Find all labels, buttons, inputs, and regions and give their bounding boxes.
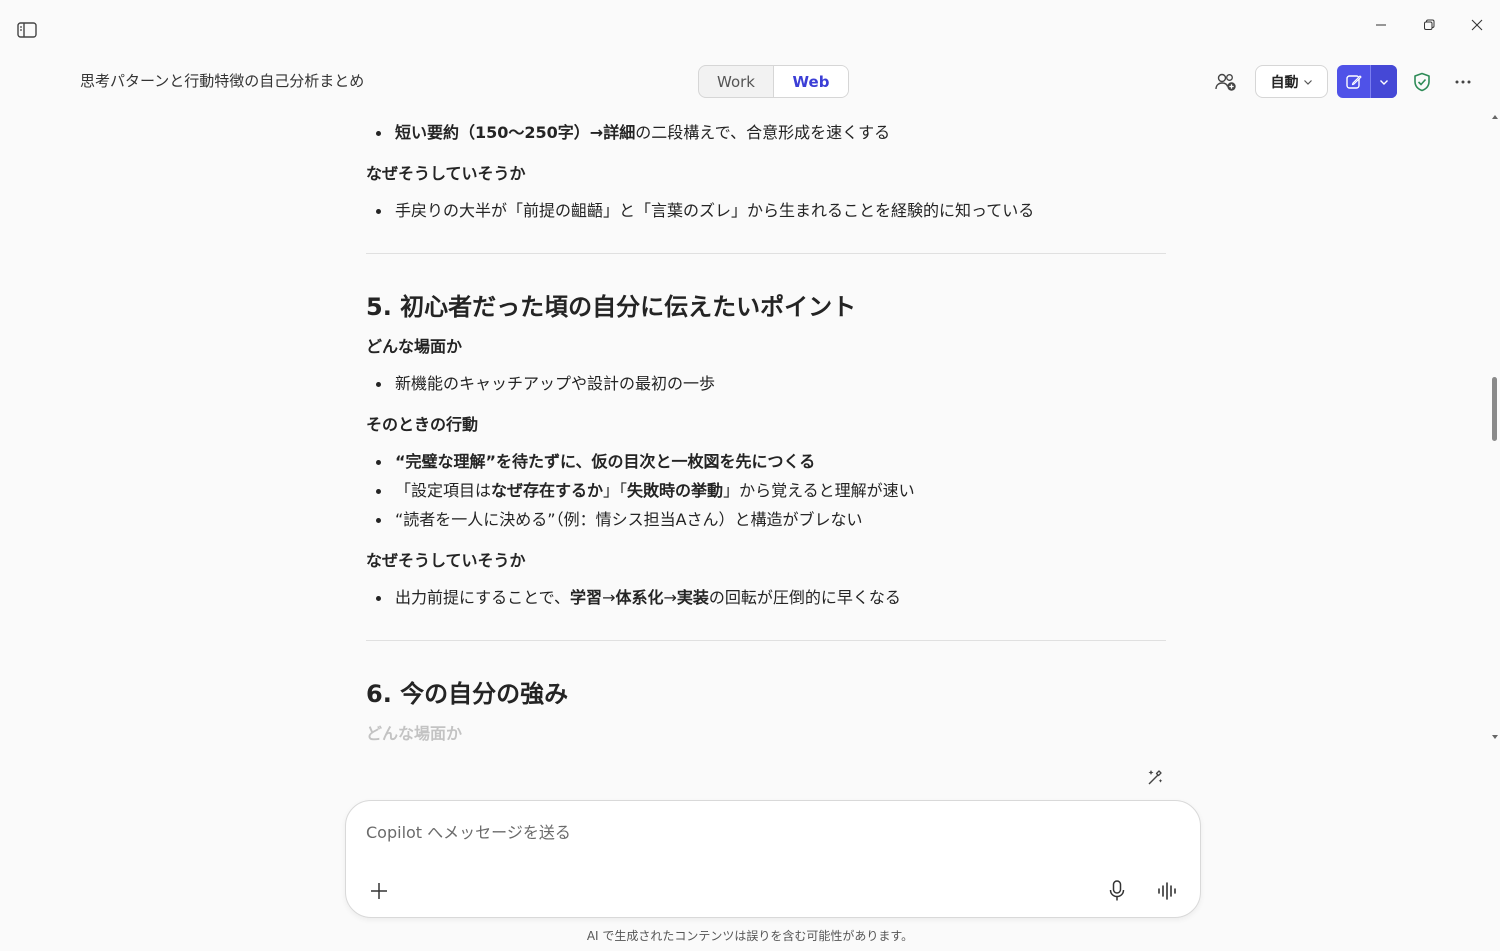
divider (366, 640, 1166, 641)
rewrite-sparkle-icon[interactable] (1142, 764, 1168, 790)
copilot-window: 思考パターンと行動特徴の自己分析まとめ Work Web 自動 短い要約（150… (0, 0, 1500, 951)
message-content: 短い要約（150〜250字）→詳細の二段構えで、合意形成を速くする なぜそうして… (366, 112, 1166, 744)
list-item: 「設定項目はなぜ存在するか」「失敗時の挙動」から覚えると理解が速い (366, 476, 1166, 505)
list-item: 短い要約（150〜250字）→詳細の二段構えで、合意形成を速くする (366, 118, 1166, 147)
bullet-list: “完璧な理解”を待たずに、仮の目次と一枚図を先につくる 「設定項目はなぜ存在する… (366, 447, 1166, 534)
conversation-title: 思考パターンと行動特徴の自己分析まとめ (80, 72, 365, 90)
auto-mode-dropdown[interactable]: 自動 (1255, 65, 1328, 98)
shield-check-icon[interactable] (1406, 66, 1438, 98)
plus-icon[interactable] (363, 875, 395, 907)
section-subheading: そのときの行動 (366, 415, 479, 434)
bullet-list: 手戻りの大半が「前提の齟齬」と「言葉のズレ」から生まれることを経験的に知っている (366, 196, 1166, 225)
chevron-down-icon[interactable] (1370, 65, 1397, 98)
list-item: “読者を一人に決める”（例：情シス担当Aさん）と構造がブレない (366, 505, 1166, 534)
message-input[interactable] (366, 819, 1166, 845)
more-icon[interactable] (1447, 66, 1479, 98)
list-item: 出力前提にすることで、学習→体系化→実装の回転が圧倒的に早くなる (366, 583, 1166, 612)
mode-web-button[interactable]: Web (773, 66, 848, 97)
list-item: 新機能のキャッチアップや設計の最初の一歩 (366, 369, 1166, 398)
minimize-icon[interactable] (1358, 10, 1404, 40)
close-icon[interactable] (1454, 10, 1500, 40)
section-heading: 5. 初心者だった頃の自分に伝えたいポイント (366, 293, 857, 321)
mode-work-button[interactable]: Work (699, 66, 773, 97)
work-web-toggle: Work Web (698, 65, 849, 98)
bullet-list: 新機能のキャッチアップや設計の最初の一歩 (366, 369, 1166, 398)
divider (366, 253, 1166, 254)
new-chat-split-button (1337, 65, 1397, 98)
scroll-up-arrow[interactable] (1490, 112, 1500, 122)
bullet-list: 短い要約（150〜250字）→詳細の二段構えで、合意形成を速くする (366, 118, 1166, 147)
section-subheading: どんな場面か (366, 337, 463, 356)
auto-mode-label: 自動 (1270, 74, 1299, 91)
message-composer (345, 800, 1201, 918)
list-item: 手戻りの大半が「前提の齟齬」と「言葉のズレ」から生まれることを経験的に知っている (366, 196, 1166, 225)
chevron-down-icon (1303, 79, 1312, 85)
list-item: “完璧な理解”を待たずに、仮の目次と一枚図を先につくる (366, 447, 1166, 476)
scrollbar-thumb[interactable] (1492, 377, 1497, 441)
sidebar-toggle-icon[interactable] (14, 19, 40, 41)
bullet-list: 出力前提にすることで、学習→体系化→実装の回転が圧倒的に早くなる (366, 583, 1166, 612)
restore-icon[interactable] (1406, 10, 1452, 40)
scroll-down-arrow[interactable] (1490, 732, 1500, 742)
section-subheading: どんな場面か (366, 724, 463, 743)
compose-icon[interactable] (1337, 65, 1370, 98)
people-add-icon[interactable] (1210, 66, 1242, 98)
section-subheading: なぜそうしていそうか (366, 551, 526, 570)
microphone-icon[interactable] (1101, 875, 1133, 907)
section-heading: 6. 今の自分の強み (366, 680, 569, 708)
section-subheading: なぜそうしていそうか (366, 164, 526, 183)
voice-wave-icon[interactable] (1151, 875, 1183, 907)
ai-disclaimer: AI で生成されたコンテンツは誤りを含む可能性があります。 (586, 929, 914, 943)
